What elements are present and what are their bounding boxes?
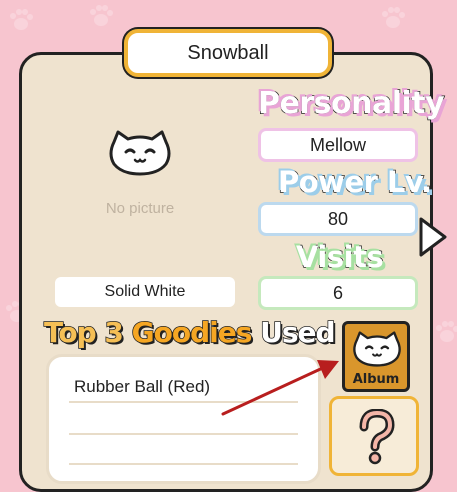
paw-print-icon: [8, 8, 34, 32]
question-mark-icon: [359, 409, 395, 465]
visits-heading: Visits: [295, 239, 384, 275]
coat-pattern-value: Solid White: [55, 277, 235, 307]
cat-name-label: Snowball: [124, 29, 332, 77]
red-arrow-icon: [215, 352, 345, 422]
power-level-heading: Power Lv.: [277, 164, 433, 200]
top-goodies-heading: Top 3 Goodies Used: [43, 315, 336, 350]
goodies-heading-used: Used: [259, 315, 336, 350]
goodies-heading-top: Top 3: [43, 315, 124, 350]
album-button-label: Album: [352, 372, 400, 387]
divider: [69, 463, 298, 465]
goodie-item-1: Rubber Ball (Red): [74, 377, 211, 396]
no-picture-text: No picture: [105, 200, 175, 217]
visits-value: 6: [258, 276, 418, 310]
personality-heading: Personality: [257, 85, 445, 122]
goodies-heading-goodies: Goodies: [131, 315, 253, 350]
divider: [69, 433, 298, 435]
chevron-right-icon[interactable]: [418, 216, 448, 258]
power-level-value: 80: [258, 202, 418, 236]
personality-value: Mellow: [258, 128, 418, 162]
cat-face-icon: [108, 130, 172, 176]
cat-face-icon: [353, 331, 401, 367]
paw-print-icon: [434, 320, 457, 344]
paw-print-icon: [88, 4, 114, 28]
paw-print-icon: [380, 6, 406, 30]
album-button[interactable]: Album: [342, 321, 410, 392]
